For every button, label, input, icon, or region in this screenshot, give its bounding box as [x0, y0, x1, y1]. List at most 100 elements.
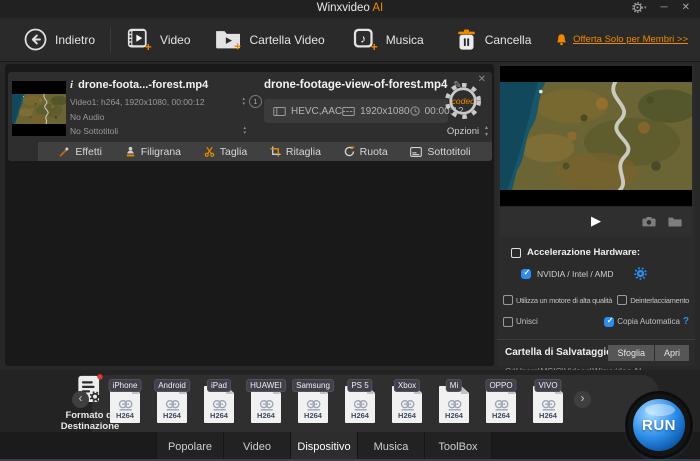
settings-gear-button[interactable]: ▾	[632, 2, 647, 13]
options-button[interactable]: codec Opzioni	[438, 81, 488, 137]
add-music-label: Musica	[386, 33, 424, 47]
film-reel-icon	[165, 399, 180, 411]
high-quality-option[interactable]: Utilizza un motore di alta qualità	[503, 295, 612, 305]
device-name-badge: VIVO	[535, 380, 560, 391]
video-track-label: Video1: h264, 1920x1080, 00:00:12	[70, 97, 205, 107]
add-music-button[interactable]: ♪ + Musica	[353, 27, 424, 52]
edit-tab-filigrana[interactable]: Filigrana	[125, 146, 181, 158]
device-name-badge: HUAWEI	[247, 380, 285, 391]
minimize-button[interactable]: ─	[661, 2, 668, 13]
main-toolbar: Indietro + Video + Cartella Video	[0, 18, 700, 62]
device-format-item[interactable]: Android H264	[157, 386, 187, 423]
add-video-folder-button[interactable]: + Cartella Video	[215, 28, 325, 51]
device-name-badge: PS 5	[348, 380, 371, 391]
audio-status-label: No Audio	[70, 112, 105, 122]
tab-video[interactable]: Video	[223, 432, 290, 461]
device-name-badge: iPhone	[110, 380, 141, 391]
film-reel-icon	[306, 399, 321, 411]
video-file-card[interactable]: i drone-foota...-forest.mp4 Video1: h264…	[8, 72, 492, 161]
device-format-item[interactable]: VIVO H264	[533, 386, 563, 423]
subtitle-track-row[interactable]: No Sottotitoli ▴▾	[70, 126, 262, 136]
conversion-settings: Accelerazione Hardware: NVIDIA / Intel /…	[497, 237, 695, 327]
delete-label: Cancella	[485, 33, 532, 47]
device-name-badge: Android	[155, 380, 189, 391]
gpu-checkbox[interactable]	[521, 269, 531, 279]
add-video-button[interactable]: + Video	[127, 27, 190, 52]
film-reel-icon	[353, 399, 368, 411]
track-count-badge: 1	[249, 95, 262, 108]
tab-dispositivo[interactable]: Dispositivo	[290, 432, 357, 461]
edit-tab-label: Effetti	[75, 146, 102, 158]
deinterlace-option[interactable]: Deinterlacciamento	[617, 295, 689, 305]
run-label: RUN	[642, 417, 676, 434]
browse-button[interactable]: Sfoglia	[608, 345, 654, 361]
device-format-item[interactable]: iPad H264	[204, 386, 234, 423]
gpu-settings-gear-icon[interactable]	[634, 267, 647, 280]
snapshot-camera-icon[interactable]	[642, 216, 656, 227]
format-file-icon: H264	[533, 386, 563, 423]
auto-copy-checkbox[interactable]	[604, 317, 614, 327]
membership-offer-link[interactable]: Offerta Solo per Membri >>	[573, 34, 688, 45]
auto-copy-help-icon[interactable]: ?	[683, 316, 689, 327]
track-dropdown-icon[interactable]: ▴▾	[242, 97, 245, 107]
subtitle-dropdown-icon[interactable]: ▴▾	[243, 126, 246, 136]
video-track-row[interactable]: Video1: h264, 1920x1080, 00:00:12 ▴▾ 1	[70, 95, 262, 108]
device-format-item[interactable]: Mi H264	[439, 386, 469, 423]
edit-tab-effetti[interactable]: Effetti	[59, 146, 102, 158]
film-reel-icon	[212, 399, 227, 411]
audio-track-row: No Audio	[70, 112, 262, 122]
titlebar: Winxvideo AI ▾ ─ ✕	[0, 0, 700, 18]
device-format-item[interactable]: PS 5 H264	[345, 386, 375, 423]
tab-musica[interactable]: Musica	[357, 432, 424, 461]
file-list-area: i drone-foota...-forest.mp4 Video1: h264…	[5, 64, 494, 366]
options-label: Opzioni	[438, 126, 488, 137]
edit-tab-label: Sottotitoli	[427, 146, 470, 158]
device-codec-label: H264	[492, 411, 510, 420]
back-button[interactable]: Indietro	[24, 28, 95, 51]
tab-popolare[interactable]: Popolare	[156, 432, 223, 461]
gear-icon	[632, 2, 643, 13]
resolution-label: 1920x1080	[360, 106, 410, 117]
scroll-left-button[interactable]: ‹	[72, 391, 89, 408]
bottom-tabbar: Popolare Video Dispositivo Musica ToolBo…	[0, 432, 700, 461]
auto-copy-option[interactable]: Copia Automatica ?	[604, 316, 689, 327]
output-format-section: iPhone H264 Android H264 iPad	[0, 370, 700, 432]
winxvideo-window: Winxvideo AI ▾ ─ ✕ Indietro	[0, 0, 700, 461]
device-format-item[interactable]: Samsung H264	[298, 386, 328, 423]
edit-tab-sottotitoli[interactable]: Sottotitoli	[410, 146, 470, 158]
trash-icon	[456, 28, 477, 51]
tab-toolbox[interactable]: ToolBox	[424, 432, 492, 461]
open-folder-button[interactable]: Apri	[655, 345, 689, 361]
device-format-item[interactable]: HUAWEI H264	[251, 386, 281, 423]
close-button[interactable]: ✕	[682, 2, 690, 13]
output-info: drone-footage-view-of-forest.mp4 ✎ HEVC,…	[264, 79, 448, 123]
format-file-icon: H264	[251, 386, 281, 423]
edit-tab-ruota[interactable]: Ruota	[344, 146, 388, 158]
format-label-line2: Destinazione	[50, 421, 130, 432]
merge-checkbox[interactable]	[503, 317, 513, 327]
scroll-right-button[interactable]: ›	[574, 391, 591, 408]
tab-label: ToolBox	[438, 441, 477, 453]
add-video-folder-icon: +	[215, 28, 242, 51]
scissors-icon	[204, 146, 215, 157]
delete-button[interactable]: Cancella	[456, 28, 532, 51]
device-codec-label: H264	[304, 411, 322, 420]
card-scroll-arrows[interactable]: ▴▾	[485, 125, 488, 139]
open-snapshot-folder-icon[interactable]	[668, 216, 682, 227]
run-button[interactable]: RUN	[628, 394, 690, 456]
edit-tab-taglia[interactable]: Taglia	[204, 146, 247, 158]
device-format-item[interactable]: OPPO H264	[486, 386, 516, 423]
video-thumbnail[interactable]	[12, 81, 66, 136]
high-quality-checkbox[interactable]	[503, 295, 513, 305]
device-codec-label: H264	[445, 411, 463, 420]
merge-label: Unisci	[516, 317, 538, 326]
merge-option[interactable]: Unisci	[503, 317, 538, 327]
edit-tab-ritaglia[interactable]: Ritaglia	[270, 146, 321, 158]
device-format-item[interactable]: Xbox H264	[392, 386, 422, 423]
hw-accel-checkbox[interactable]	[511, 248, 521, 258]
deinterlace-checkbox[interactable]	[617, 295, 627, 305]
remove-file-icon[interactable]: ✕	[478, 74, 486, 85]
gear-caret-icon: ▾	[644, 5, 647, 11]
play-button[interactable]: ▶	[591, 213, 601, 229]
deinterlace-label: Deinterlacciamento	[630, 296, 689, 305]
